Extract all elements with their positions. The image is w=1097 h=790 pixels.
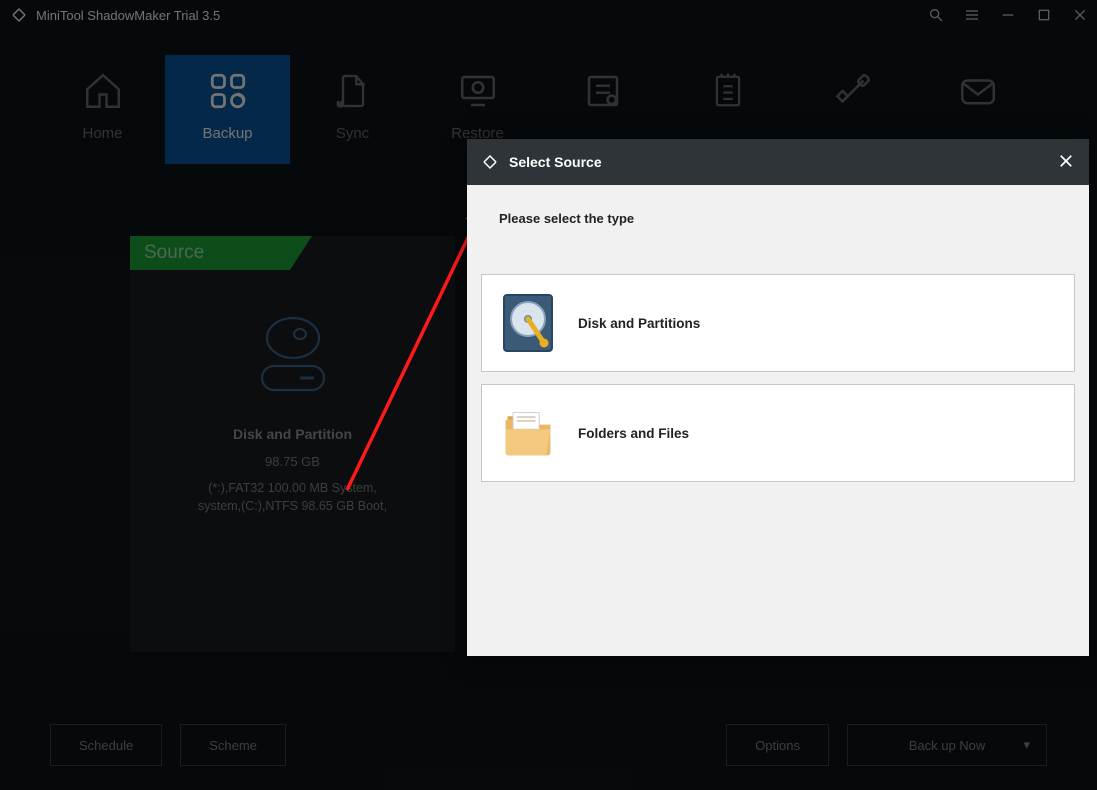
option-label: Folders and Files	[578, 426, 689, 441]
modal-header: Select Source	[467, 139, 1089, 185]
app-window: MiniTool ShadowMaker Trial 3.5 Home Back…	[0, 0, 1097, 790]
modal-instruction: Please select the type	[481, 211, 1075, 226]
select-source-modal: Select Source Please select the type Dis	[467, 139, 1089, 656]
modal-close-button[interactable]	[1057, 152, 1075, 173]
modal-body: Please select the type Disk and Partitio…	[467, 185, 1089, 520]
folder-icon	[500, 401, 556, 465]
modal-logo-icon	[481, 153, 499, 171]
option-label: Disk and Partitions	[578, 316, 700, 331]
modal-title: Select Source	[509, 154, 602, 170]
option-disk-partitions[interactable]: Disk and Partitions	[481, 274, 1075, 372]
harddisk-icon	[500, 291, 556, 355]
option-folders-files[interactable]: Folders and Files	[481, 384, 1075, 482]
